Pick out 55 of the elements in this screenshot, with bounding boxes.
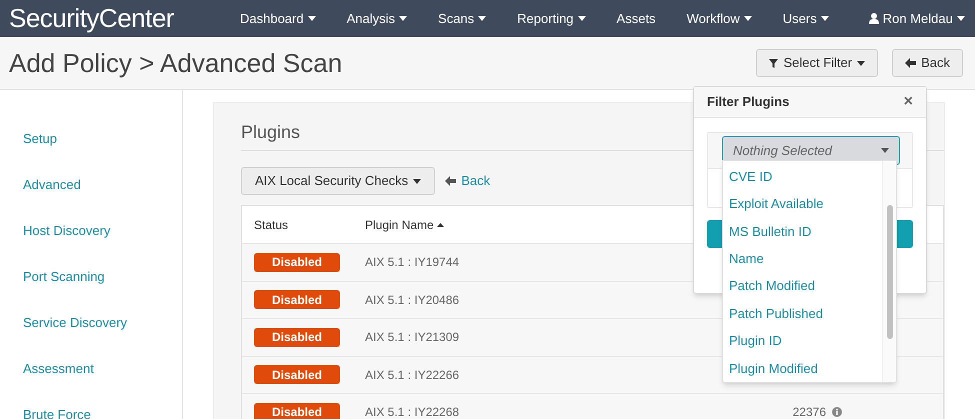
back-button[interactable]: Back (892, 49, 963, 77)
dropdown-option[interactable]: Patch Modified (729, 272, 882, 300)
sidebar-item[interactable]: Setup (23, 130, 182, 147)
nav-menu-item[interactable]: Scans (438, 8, 486, 28)
plugin-family-dropdown[interactable]: AIX Local Security Checks (241, 167, 436, 195)
info-icon[interactable] (832, 407, 842, 418)
plugin-name: AIX 5.1 : IY22266 (365, 366, 460, 384)
arrow-left-icon (905, 58, 916, 68)
plugin-id: 22376 (792, 404, 826, 419)
status-badge: Disabled (254, 290, 340, 310)
arrow-left-icon (445, 176, 456, 186)
status-badge: Disabled (254, 402, 340, 419)
popover-title: Filter Plugins (707, 93, 790, 112)
caret-icon (881, 148, 889, 153)
caret-icon (956, 16, 965, 21)
sidebar-item[interactable]: Assessment (23, 360, 182, 377)
plugin-name: AIX 5.1 : IY19744 (365, 254, 460, 272)
sidebar-item[interactable]: Port Scanning (23, 268, 182, 285)
close-button[interactable]: × (904, 94, 913, 110)
column-header: Status (254, 216, 290, 234)
nav-menu-item[interactable]: Reporting (517, 8, 586, 28)
dropdown-option[interactable]: Patch Published (729, 300, 882, 328)
dropdown-option[interactable]: Name (729, 245, 882, 272)
sidebar-item[interactable]: Advanced (23, 176, 182, 193)
caret-icon (857, 60, 866, 66)
column-header[interactable]: Plugin Name (365, 216, 444, 234)
nav-menu-item[interactable]: Analysis (346, 8, 408, 28)
dropdown-option[interactable]: Exploit Available (729, 190, 882, 218)
user-icon (868, 13, 879, 24)
nav-menu-item[interactable]: Dashboard (240, 8, 316, 28)
caret-icon (413, 178, 422, 184)
sort-ascending-icon (436, 222, 444, 226)
sidebar-item[interactable]: Host Discovery (23, 222, 182, 239)
plugin-name: AIX 5.1 : IY22268 (365, 404, 460, 419)
sidebar-item[interactable]: Service Discovery (23, 314, 182, 331)
nav-menu-item[interactable]: Workflow (686, 8, 752, 28)
page-title: Add Policy > Advanced Scan (9, 46, 344, 80)
sidebar-item[interactable]: Brute Force (23, 406, 182, 419)
app-logo[interactable]: SecurityCenter (9, 0, 224, 38)
dropdown-option[interactable]: Plugin ID (729, 327, 882, 355)
back-link[interactable]: Back (445, 171, 490, 191)
select-filter-button[interactable]: Select Filter (756, 49, 878, 77)
scrollbar-thumb[interactable] (886, 205, 892, 339)
dropdown-option[interactable]: Plugin Modified (729, 354, 882, 382)
user-menu[interactable]: Ron Meldau (868, 8, 965, 28)
filter-icon (769, 58, 778, 68)
plugin-name: AIX 5.1 : IY21309 (365, 329, 460, 346)
dropdown-option[interactable]: MS Bulletin ID (729, 218, 882, 246)
status-badge: Disabled (254, 252, 340, 272)
status-badge: Disabled (254, 365, 340, 384)
status-badge: Disabled (254, 328, 340, 347)
nav-menu-item[interactable]: Users (782, 8, 829, 28)
plugin-name: AIX 5.1 : IY20486 (365, 292, 460, 309)
dropdown-option[interactable]: CVE ID (729, 163, 882, 190)
nav-menu-item[interactable]: Assets (616, 8, 656, 28)
